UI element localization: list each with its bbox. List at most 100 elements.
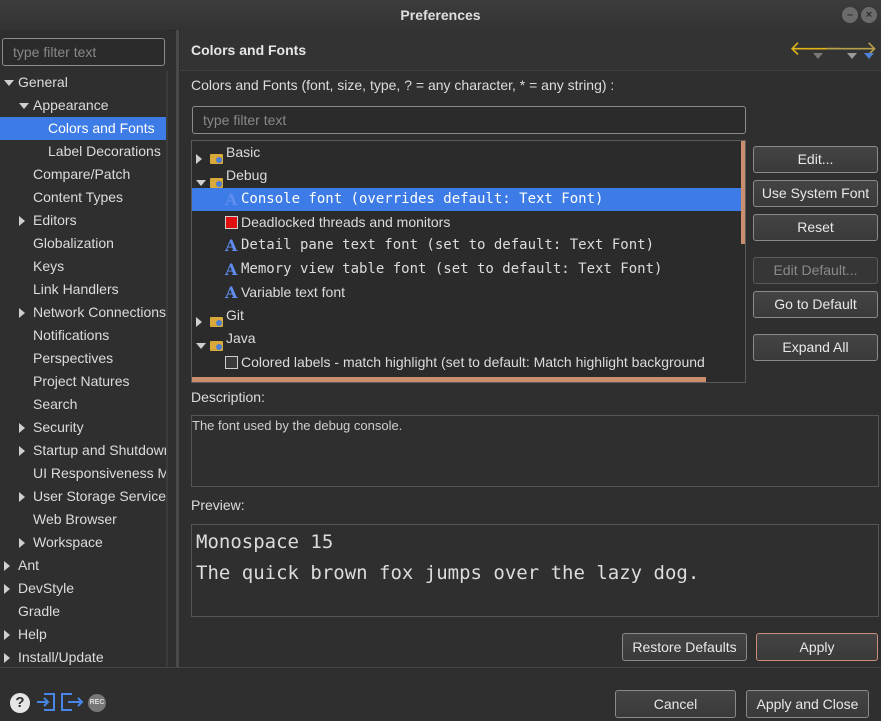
forward-dropdown-icon[interactable]	[847, 47, 857, 63]
collapsed-arrow-icon[interactable]	[4, 561, 10, 572]
color-swatch-icon	[225, 355, 238, 369]
use-system-font-button[interactable]: Use System Font	[753, 180, 878, 207]
tree-item[interactable]: DevStyle	[0, 577, 168, 600]
preference-row[interactable]: A Console font (overrides default: Text F…	[192, 187, 742, 211]
tree-item[interactable]: Security	[0, 416, 168, 439]
tree-item-label: Appearance	[33, 97, 109, 113]
row-label: Variable text font	[241, 283, 346, 300]
footer-divider	[0, 667, 881, 668]
collapsed-arrow-icon[interactable]	[19, 423, 25, 434]
description-label: Description:	[191, 389, 265, 405]
tree-horizontal-scrollbar[interactable]	[192, 377, 706, 382]
colors-fonts-filter-input[interactable]: type filter text	[192, 106, 746, 134]
back-dropdown-icon[interactable]	[813, 47, 823, 63]
category-row[interactable]: Debug	[192, 164, 742, 188]
category-row[interactable]: Basic	[192, 141, 742, 165]
tree-item-label: UI Responsiveness Monitoring	[33, 465, 168, 481]
pane-sash[interactable]	[176, 30, 179, 668]
tree-filter-input[interactable]: type filter text	[2, 38, 165, 66]
apply-button[interactable]: Apply	[756, 633, 878, 661]
tree-item[interactable]: Startup and Shutdown	[0, 439, 168, 462]
tree-item-label: DevStyle	[18, 580, 75, 596]
tree-item[interactable]: Install/Update	[0, 646, 168, 668]
tree-item[interactable]: General	[0, 71, 168, 94]
expanded-arrow-icon[interactable]	[19, 103, 29, 110]
tree-item-label: Link Handlers	[33, 281, 119, 297]
collapsed-arrow-icon[interactable]	[4, 653, 10, 664]
tree-item-label: Project Natures	[33, 373, 130, 389]
tree-item[interactable]: Perspectives	[0, 347, 168, 370]
collapsed-arrow-icon[interactable]	[19, 538, 25, 549]
description-box: The font used by the debug console.	[191, 415, 879, 487]
preference-row[interactable]: A Variable text font	[192, 281, 742, 304]
tree-item[interactable]: Link Handlers	[0, 278, 168, 301]
tree-item[interactable]: Workspace	[0, 531, 168, 554]
tree-item-label: Editors	[33, 212, 77, 228]
category-row[interactable]: Git	[192, 304, 742, 328]
tree-item[interactable]: Compare/Patch	[0, 163, 168, 186]
tree-item[interactable]: Content Types	[0, 186, 168, 209]
tree-item[interactable]: Appearance	[0, 94, 168, 117]
tree-item[interactable]: Label Decorations	[0, 140, 168, 163]
cancel-button[interactable]: Cancel	[615, 690, 736, 718]
expand-all-button[interactable]: Expand All	[753, 334, 878, 361]
tree-vertical-scrollbar[interactable]	[741, 141, 745, 244]
record-icon[interactable]: REC	[88, 694, 106, 712]
view-menu-icon[interactable]	[864, 47, 874, 63]
collapsed-arrow-icon[interactable]	[19, 492, 25, 503]
tree-item[interactable]: Colors and Fonts	[0, 117, 168, 140]
tree-item-label: Search	[33, 396, 78, 412]
tree-item[interactable]: Notifications	[0, 324, 168, 347]
tree-item[interactable]: UI Responsiveness Monitoring	[0, 462, 168, 485]
export-icon[interactable]	[60, 691, 84, 713]
minimize-icon[interactable]: –	[842, 7, 858, 23]
preference-row[interactable]: Colored labels - match highlight (set to…	[192, 351, 742, 374]
tree-item[interactable]: Ant	[0, 554, 168, 577]
reset-button[interactable]: Reset	[753, 214, 878, 241]
color-swatch-icon	[225, 215, 238, 229]
restore-defaults-button[interactable]: Restore Defaults	[622, 633, 747, 661]
title-bar: Preferences – ×	[0, 0, 881, 31]
font-icon: A	[225, 282, 238, 302]
go-to-default-button[interactable]: Go to Default	[753, 291, 878, 318]
left-pane: type filter text General Appearance Colors…	[0, 30, 170, 668]
apply-and-close-button[interactable]: Apply and Close	[746, 690, 869, 718]
tree-item-label: Compare/Patch	[33, 166, 131, 182]
tree-item[interactable]: Web Browser	[0, 508, 168, 531]
tree-item[interactable]: Help	[0, 623, 168, 646]
tree-item[interactable]: Globalization	[0, 232, 168, 255]
collapsed-arrow-icon[interactable]	[4, 584, 10, 595]
tree-item-label: Content Types	[33, 189, 124, 205]
tree-item[interactable]: Project Natures	[0, 370, 168, 393]
tree-item-label: Network Connections	[33, 304, 167, 320]
category-row[interactable]: Java	[192, 327, 742, 351]
preference-row[interactable]: A Detail pane text font (set to default: …	[192, 234, 742, 257]
collapsed-arrow-icon[interactable]	[4, 630, 10, 641]
tree-item[interactable]: Search	[0, 393, 168, 416]
tree-item[interactable]: Keys	[0, 255, 168, 278]
row-label: Deadlocked threads and monitors	[241, 213, 451, 230]
edit-default-button[interactable]: Edit Default...	[753, 257, 878, 284]
collapsed-arrow-icon[interactable]	[19, 308, 25, 319]
edit-button[interactable]: Edit...	[753, 146, 878, 173]
collapsed-arrow-icon[interactable]	[19, 446, 25, 457]
preference-row[interactable]: A Memory view table font (set to default:…	[192, 258, 742, 281]
page-title: Colors and Fonts	[191, 42, 307, 58]
help-icon[interactable]: ?	[10, 693, 30, 713]
preference-row[interactable]: Deadlocked threads and monitors	[192, 211, 742, 234]
close-icon[interactable]: ×	[861, 7, 877, 23]
expanded-arrow-icon[interactable]	[4, 80, 14, 87]
tree-item[interactable]: Network Connections	[0, 301, 168, 324]
tree-item-label: Startup and Shutdown	[33, 442, 168, 458]
import-icon[interactable]	[35, 691, 57, 713]
colors-fonts-tree: Basic Debug A Console font (overrides defau…	[191, 140, 746, 383]
description-text: The font used by the debug console.	[192, 418, 403, 433]
tree-scrollbar[interactable]	[166, 71, 168, 668]
tree-item[interactable]: User Storage Service	[0, 485, 168, 508]
row-label: Memory view table font (set to default: …	[241, 260, 663, 277]
collapsed-arrow-icon[interactable]	[19, 216, 25, 227]
tree-item[interactable]: Gradle	[0, 600, 168, 623]
tree-item[interactable]: Editors	[0, 209, 168, 232]
tree-item-label: Label Decorations	[48, 143, 161, 159]
row-label: Debug	[226, 167, 268, 184]
